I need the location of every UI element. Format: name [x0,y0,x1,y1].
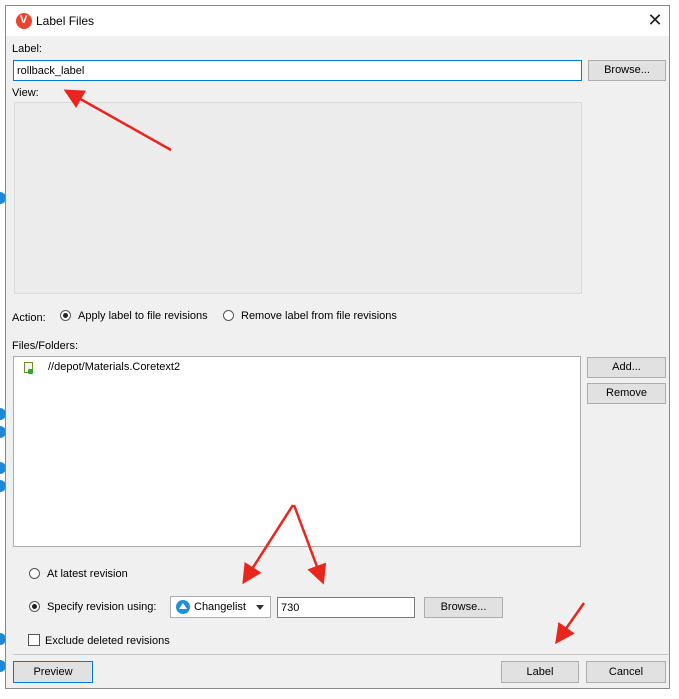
latest-revision-radio[interactable] [29,568,40,579]
revision-type-value: Changelist [194,601,246,613]
label-browse-button[interactable]: Browse... [588,60,666,81]
revision-type-select[interactable]: Changelist [170,596,271,618]
dialog-title: Label Files [36,14,95,28]
close-icon[interactable]: ✕ [646,11,664,29]
label-input[interactable] [13,60,582,81]
preview-button[interactable]: Preview [13,661,93,683]
apply-label-radio[interactable] [60,310,71,321]
remove-file-button[interactable]: Remove [587,383,666,404]
list-item[interactable]: //depot/Materials.Coretext2 [14,357,580,377]
revision-value-input[interactable] [277,597,415,618]
exclude-deleted-label[interactable]: Exclude deleted revisions [45,635,170,647]
specify-revision-radio[interactable] [29,601,40,612]
label-button[interactable]: Label [501,661,579,683]
exclude-deleted-checkbox[interactable] [28,634,40,646]
revision-browse-button[interactable]: Browse... [424,597,503,618]
latest-revision-option[interactable]: At latest revision [47,568,128,580]
remove-label-option[interactable]: Remove label from file revisions [241,310,397,322]
title-bar: Label Files ✕ [6,6,669,36]
chevron-down-icon [256,605,264,610]
footer-divider [13,654,668,655]
vcs-app-icon [16,13,32,29]
view-caption: View: [12,87,39,99]
file-path: //depot/Materials.Coretext2 [48,361,181,373]
label-field-caption: Label: [12,43,42,55]
files-folders-caption: Files/Folders: [12,340,79,352]
background-app-right [670,0,679,699]
remove-label-radio[interactable] [223,310,234,321]
cancel-button[interactable]: Cancel [586,661,666,683]
changelist-icon [176,600,190,614]
files-folders-list[interactable]: //depot/Materials.Coretext2 [13,356,581,547]
action-caption: Action: [12,312,46,324]
apply-label-option[interactable]: Apply label to file revisions [78,310,208,322]
depot-file-icon [24,362,33,374]
label-files-dialog: Label Files ✕ Label: Browse... View: Act… [5,5,670,689]
specify-revision-option[interactable]: Specify revision using: [47,601,156,613]
view-panel [14,102,582,294]
add-file-button[interactable]: Add... [587,357,666,378]
